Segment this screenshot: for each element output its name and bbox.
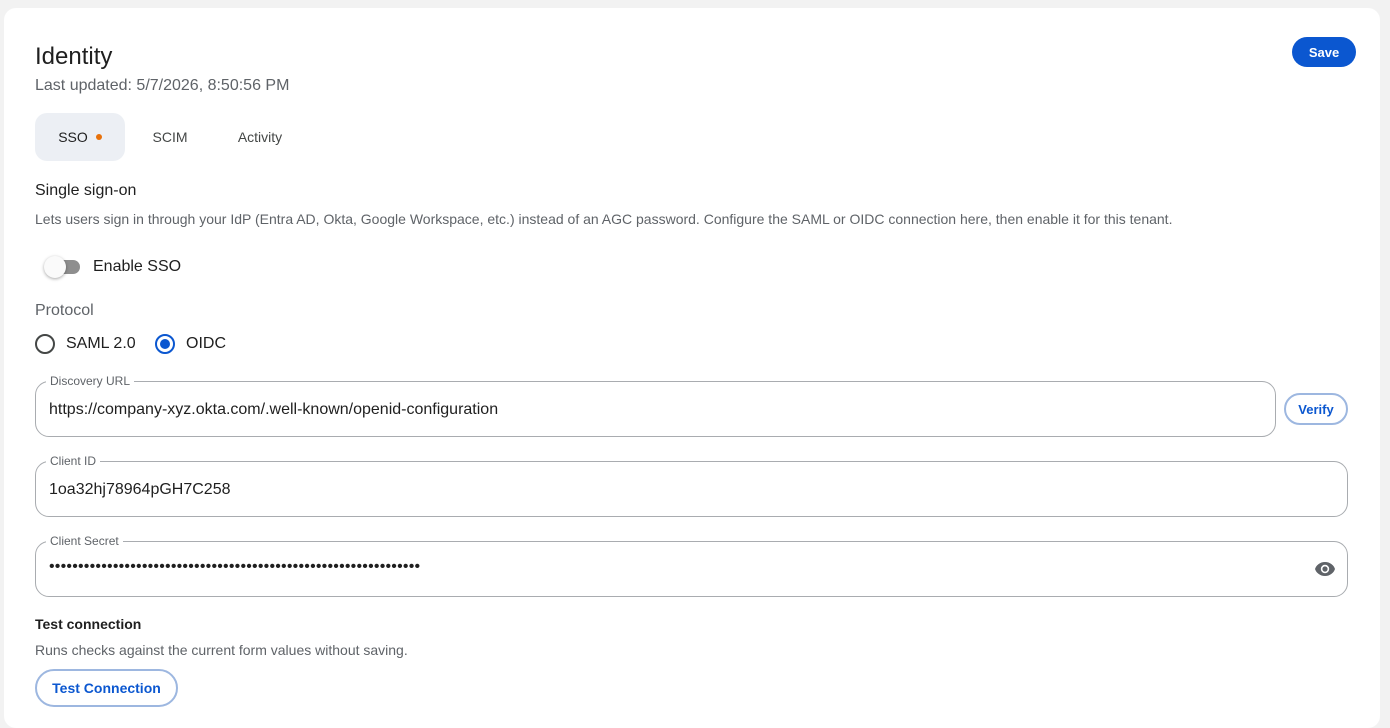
client-secret-label: Client Secret bbox=[46, 533, 123, 549]
tab-sso[interactable]: SSO bbox=[35, 113, 125, 161]
sso-section-description: Lets users sign in through your IdP (Ent… bbox=[35, 211, 1173, 227]
client-id-label: Client ID bbox=[46, 453, 101, 469]
client-id-value: 1oa32hj78964pGH7C258 bbox=[49, 481, 231, 498]
discovery-url-label: Discovery URL bbox=[46, 373, 135, 389]
save-button[interactable]: Save bbox=[1292, 37, 1356, 67]
sso-section-title: Single sign-on bbox=[35, 182, 137, 199]
eye-icon[interactable] bbox=[1313, 559, 1337, 579]
client-secret-field[interactable]: Client Secret ••••••••••••••••••••••••••… bbox=[35, 533, 1348, 597]
identity-card: Identity Last updated: 5/7/2026, 8:50:56… bbox=[4, 8, 1380, 728]
tab-bar: SSO SCIM Activity bbox=[35, 113, 305, 161]
enable-sso-toggle[interactable] bbox=[44, 256, 82, 278]
tab-scim[interactable]: SCIM bbox=[125, 113, 215, 161]
protocol-label: Protocol bbox=[35, 302, 94, 319]
unsaved-indicator-dot bbox=[95, 134, 102, 140]
discovery-url-value: https://company-xyz.okta.com/.well-known… bbox=[49, 401, 499, 418]
page-title: Identity bbox=[35, 43, 113, 70]
test-connection-title: Test connection bbox=[35, 616, 142, 632]
toggle-thumb bbox=[44, 256, 66, 278]
enable-sso-label: Enable SSO bbox=[93, 258, 182, 275]
client-secret-masked-value: ••••••••••••••••••••••••••••••••••••••••… bbox=[49, 558, 421, 575]
test-connection-description: Runs checks against the current form val… bbox=[35, 642, 408, 658]
last-updated-text: Last updated: 5/7/2026, 8:50:56 PM bbox=[35, 77, 290, 94]
saml-radio[interactable] bbox=[35, 334, 55, 354]
tab-activity-label: Activity bbox=[237, 129, 283, 145]
saml-radio-label: SAML 2.0 bbox=[66, 335, 136, 352]
client-id-field[interactable]: Client ID 1oa32hj78964pGH7C258 bbox=[35, 453, 1348, 517]
discovery-url-field[interactable]: Discovery URL https://company-xyz.okta.c… bbox=[35, 373, 1276, 437]
tab-scim-label: SCIM bbox=[152, 129, 188, 145]
verify-button[interactable]: Verify bbox=[1284, 393, 1348, 425]
test-connection-button[interactable]: Test Connection bbox=[35, 669, 178, 707]
tab-activity[interactable]: Activity bbox=[215, 113, 305, 161]
oidc-radio-label: OIDC bbox=[186, 335, 226, 352]
oidc-radio[interactable] bbox=[155, 334, 175, 354]
tab-sso-label: SSO bbox=[58, 129, 88, 145]
